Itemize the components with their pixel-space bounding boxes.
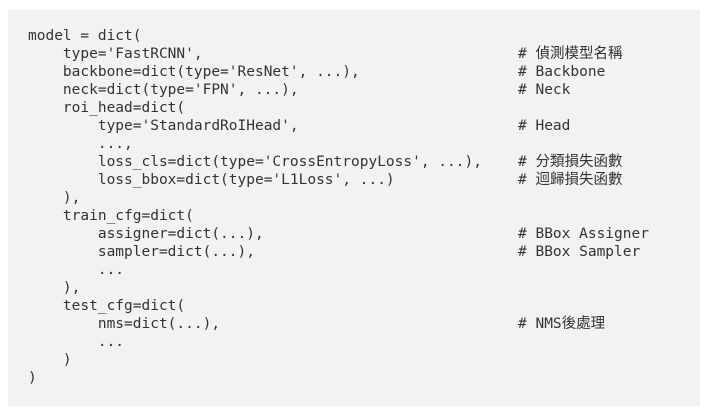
code-line-12: assigner=dict(...), # BBox Assigner [8,225,700,243]
code-text: roi_head=dict( [28,100,186,116]
code-text: ... [28,262,125,278]
code-line-16: test_cfg=dict( [8,297,700,315]
code-text: ), [28,280,81,296]
code-text: ... [28,334,125,350]
code-comment: # Neck [518,82,571,98]
code-block: model = dict( type='FastRCNN', # 偵測模型名稱 b… [8,10,700,406]
code-line-15: ), [8,279,700,297]
code-text: type='FastRCNN', [28,46,203,62]
code-text: ) [28,370,37,386]
code-line-18: ... [8,333,700,351]
code-line-2: type='FastRCNN', # 偵測模型名稱 [8,45,700,63]
code-line-9: loss_bbox=dict(type='L1Loss', ...) # 迴歸損失… [8,171,700,189]
code-comment: # 偵測模型名稱 [518,46,623,62]
code-text: assigner=dict(...), [28,226,264,242]
code-line-19: ) [8,351,700,369]
code-line-13: sampler=dict(...), # BBox Sampler [8,243,700,261]
code-text: sampler=dict(...), [28,244,255,260]
code-line-8: loss_cls=dict(type='CrossEntropyLoss', .… [8,153,700,171]
code-text: test_cfg=dict( [28,298,186,314]
code-line-14: ... [8,261,700,279]
code-comment: # 迴歸損失函數 [518,172,623,188]
code-line-7: ..., [8,135,700,153]
code-line-6: type='StandardRoIHead', # Head [8,117,700,135]
code-text: ..., [28,136,133,152]
code-comment: # BBox Sampler [518,244,641,260]
code-line-3: backbone=dict(type='ResNet', ...), # Back… [8,63,700,81]
code-comment: # Head [518,118,571,134]
code-comment: # BBox Assigner [518,226,649,242]
code-line-17: nms=dict(...), # NMS後處理 [8,315,700,333]
code-line-5: roi_head=dict( [8,99,700,117]
code-text: neck=dict(type='FPN', ...), [28,82,299,98]
code-text: train_cfg=dict( [28,208,194,224]
code-text: loss_cls=dict(type='CrossEntropyLoss', .… [28,154,482,170]
code-comment: # Backbone [518,64,606,80]
code-comment: # NMS後處理 [518,316,606,332]
code-text: model = dict( [28,28,142,44]
code-line-11: train_cfg=dict( [8,207,700,225]
code-text: ), [28,190,81,206]
code-line-10: ), [8,189,700,207]
code-line-4: neck=dict(type='FPN', ...), # Neck [8,81,700,99]
code-line-1: model = dict( [8,27,700,45]
code-text: type='StandardRoIHead', [28,118,299,134]
code-comment: # 分類損失函數 [518,154,623,170]
code-text: backbone=dict(type='ResNet', ...), [28,64,360,80]
code-text: loss_bbox=dict(type='L1Loss', ...) [28,172,395,188]
code-lines: model = dict( type='FastRCNN', # 偵測模型名稱 b… [8,27,700,387]
code-text: ) [28,352,72,368]
code-text: nms=dict(...), [28,316,221,332]
code-line-20: ) [8,369,700,387]
